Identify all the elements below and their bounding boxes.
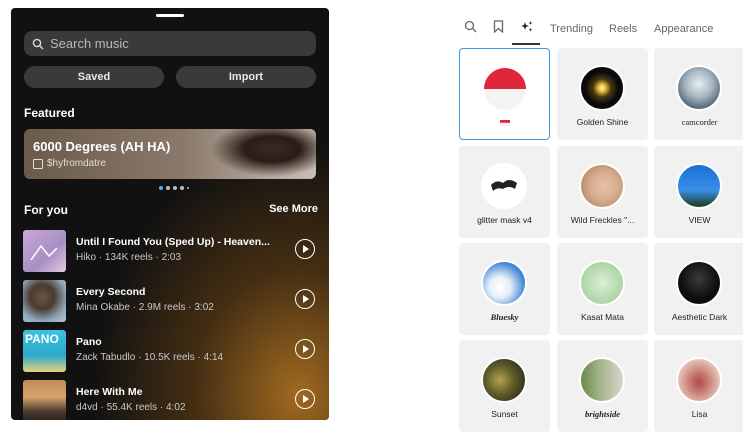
effect-label: camcorder xyxy=(681,117,718,127)
effect-thumbnail xyxy=(482,66,528,112)
track-title: Every Second xyxy=(76,286,146,298)
effect-thumbnail xyxy=(579,65,625,111)
effect-label: Lisa xyxy=(691,409,708,419)
effect-label xyxy=(460,118,549,128)
carousel-dots xyxy=(159,186,189,190)
effect-tile[interactable]: glitter mask v4 xyxy=(459,146,550,238)
search-icon[interactable] xyxy=(464,20,477,33)
active-tab-indicator xyxy=(512,43,540,45)
play-icon[interactable] xyxy=(295,239,315,259)
track-title: Pano xyxy=(76,336,102,348)
account-icon xyxy=(33,158,43,169)
track-row[interactable]: Every Second Mina Okabe · 2.9M reels · 3… xyxy=(23,280,319,322)
featured-card[interactable]: 6000 Degrees (AH HA) $hyfromdatre xyxy=(24,129,316,179)
track-row[interactable]: Until I Found You (Sped Up) - Heaven... … xyxy=(23,230,319,272)
effect-thumbnail xyxy=(676,357,722,403)
effect-thumbnail xyxy=(481,357,527,403)
featured-heading: Featured xyxy=(24,106,75,120)
track-artwork-text: PANO xyxy=(25,332,59,346)
play-icon[interactable] xyxy=(295,289,315,309)
flag-icon xyxy=(499,120,510,127)
track-title: Until I Found You (Sped Up) - Heaven... xyxy=(76,236,270,248)
track-artwork xyxy=(23,230,66,272)
effect-tile[interactable]: Sunset xyxy=(459,340,550,432)
track-meta: Zack Tabudlo · 10.5K reels · 4:14 xyxy=(76,352,224,363)
drag-handle[interactable] xyxy=(156,14,184,17)
effect-tile[interactable]: Lisa xyxy=(654,340,743,432)
track-artwork: PANO xyxy=(23,330,66,372)
track-title: Here With Me xyxy=(76,386,143,398)
effect-tile[interactable] xyxy=(459,48,550,140)
effect-thumbnail xyxy=(676,163,722,209)
effect-tile[interactable]: Wild Freckles "... xyxy=(557,146,648,238)
effect-thumbnail xyxy=(579,163,625,209)
featured-artist: $hyfromdatre xyxy=(33,158,106,169)
effect-thumbnail xyxy=(579,260,625,306)
track-artwork xyxy=(23,380,66,420)
track-artwork xyxy=(23,280,66,322)
search-icon xyxy=(32,38,44,49)
effect-tile[interactable]: Aesthetic Dark xyxy=(654,243,743,335)
track-meta: d4vd · 55.4K reels · 4:02 xyxy=(76,402,186,413)
track-row[interactable]: Here With Me d4vd · 55.4K reels · 4:02 xyxy=(23,380,319,420)
carousel-dot xyxy=(159,186,163,190)
effect-tile[interactable]: Kasat Mata xyxy=(557,243,648,335)
featured-title: 6000 Degrees (AH HA) xyxy=(33,139,171,154)
effect-label: Wild Freckles "... xyxy=(570,215,635,225)
carousel-dot xyxy=(173,186,177,190)
tab-appearance[interactable]: Appearance xyxy=(654,23,713,35)
effect-tile[interactable]: Golden Shine xyxy=(557,48,648,140)
play-icon[interactable] xyxy=(295,389,315,409)
effect-thumbnail xyxy=(676,260,722,306)
effect-label: brightside xyxy=(585,409,620,419)
music-search-input[interactable]: Search music xyxy=(24,31,316,56)
effect-tile[interactable]: Bluesky xyxy=(459,243,550,335)
effect-label: Bluesky xyxy=(490,312,519,322)
play-icon[interactable] xyxy=(295,339,315,359)
effects-tab-bar: Trending Reels Appearance xyxy=(456,8,743,46)
track-row[interactable]: PANO Pano Zack Tabudlo · 10.5K reels · 4… xyxy=(23,330,319,372)
carousel-dot xyxy=(187,187,189,189)
track-meta: Mina Okabe · 2.9M reels · 3:02 xyxy=(76,302,214,313)
effect-label: Kasat Mata xyxy=(581,312,624,322)
tab-reels[interactable]: Reels xyxy=(609,23,637,35)
track-meta: Hiko · 134K reels · 2:03 xyxy=(76,252,182,263)
effect-label: VIEW xyxy=(688,215,711,225)
tab-trending[interactable]: Trending xyxy=(550,23,593,35)
featured-artist-photo xyxy=(206,129,316,179)
for-you-heading: For you xyxy=(24,203,68,217)
bookmark-icon[interactable] xyxy=(493,20,504,33)
effect-thumbnail xyxy=(481,260,527,306)
effect-label: Golden Shine xyxy=(576,117,629,127)
effect-tile[interactable]: VIEW xyxy=(654,146,743,238)
sparkles-icon[interactable] xyxy=(520,20,534,33)
effect-label: Sunset xyxy=(491,409,518,419)
effect-label: glitter mask v4 xyxy=(477,215,532,225)
saved-button[interactable]: Saved xyxy=(24,66,164,88)
search-placeholder: Search music xyxy=(50,36,129,51)
effect-thumbnail xyxy=(676,65,722,111)
effects-panel: Trending Reels Appearance Golden Shine c… xyxy=(456,8,743,432)
featured-artist-name: $hyfromdatre xyxy=(47,158,106,169)
effect-label: Aesthetic Dark xyxy=(671,312,728,322)
see-more-link[interactable]: See More xyxy=(269,203,318,215)
import-button[interactable]: Import xyxy=(176,66,316,88)
effect-tile[interactable]: brightside xyxy=(557,340,648,432)
effect-tile[interactable]: camcorder xyxy=(654,48,743,140)
carousel-dot xyxy=(166,186,170,190)
effect-thumbnail xyxy=(481,163,527,209)
carousel-dot xyxy=(180,186,184,190)
music-panel: Search music Saved Import Featured 6000 … xyxy=(11,8,329,420)
effect-thumbnail xyxy=(579,357,625,403)
